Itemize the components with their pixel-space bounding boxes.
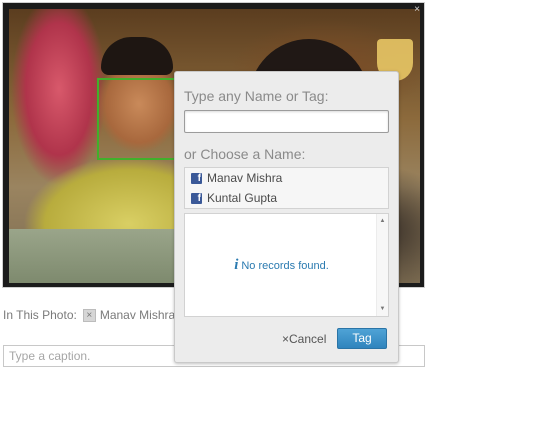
name-option-label: Kuntal Gupta xyxy=(207,191,278,205)
photo-tagging-view: × In This Photo: × Manav Mishra Type any… xyxy=(0,0,542,435)
face-tag-box[interactable] xyxy=(97,78,181,160)
facebook-icon: f xyxy=(191,192,202,204)
cancel-button[interactable]: ×Cancel xyxy=(282,332,326,346)
name-option-label: Manav Mishra xyxy=(207,171,283,185)
tag-popup: Type any Name or Tag: or Choose a Name: … xyxy=(174,71,399,363)
tagged-person-name[interactable]: Manav Mishra xyxy=(100,308,175,322)
no-records-message: i No records found. xyxy=(185,257,378,274)
name-or-tag-input[interactable] xyxy=(184,110,389,133)
scroll-down-arrow-icon[interactable]: ▼ xyxy=(377,306,388,312)
name-option-manav-mishra[interactable]: f Manav Mishra xyxy=(185,168,388,188)
in-this-photo-label: In This Photo: xyxy=(3,308,77,322)
photo-detail xyxy=(101,37,173,75)
name-list: f Manav Mishra f Kuntal Gupta xyxy=(184,167,389,209)
scrollbar[interactable]: ▲ ▼ xyxy=(376,214,388,316)
in-this-photo: In This Photo: × Manav Mishra xyxy=(3,308,175,322)
remove-tag-icon[interactable]: × xyxy=(82,308,96,322)
type-name-heading: Type any Name or Tag: xyxy=(184,88,329,104)
choose-name-heading: or Choose a Name: xyxy=(184,146,306,162)
photo-detail xyxy=(9,229,189,283)
close-icon[interactable]: × xyxy=(414,5,420,15)
facebook-icon: f xyxy=(191,172,202,184)
name-option-kuntal-gupta[interactable]: f Kuntal Gupta xyxy=(185,188,388,208)
records-list: i No records found. ▲ ▼ xyxy=(184,213,389,317)
tag-button[interactable]: Tag xyxy=(337,328,387,349)
no-records-text: No records found. xyxy=(241,260,329,272)
scroll-up-arrow-icon[interactable]: ▲ xyxy=(377,218,388,224)
info-icon: i xyxy=(234,257,239,273)
